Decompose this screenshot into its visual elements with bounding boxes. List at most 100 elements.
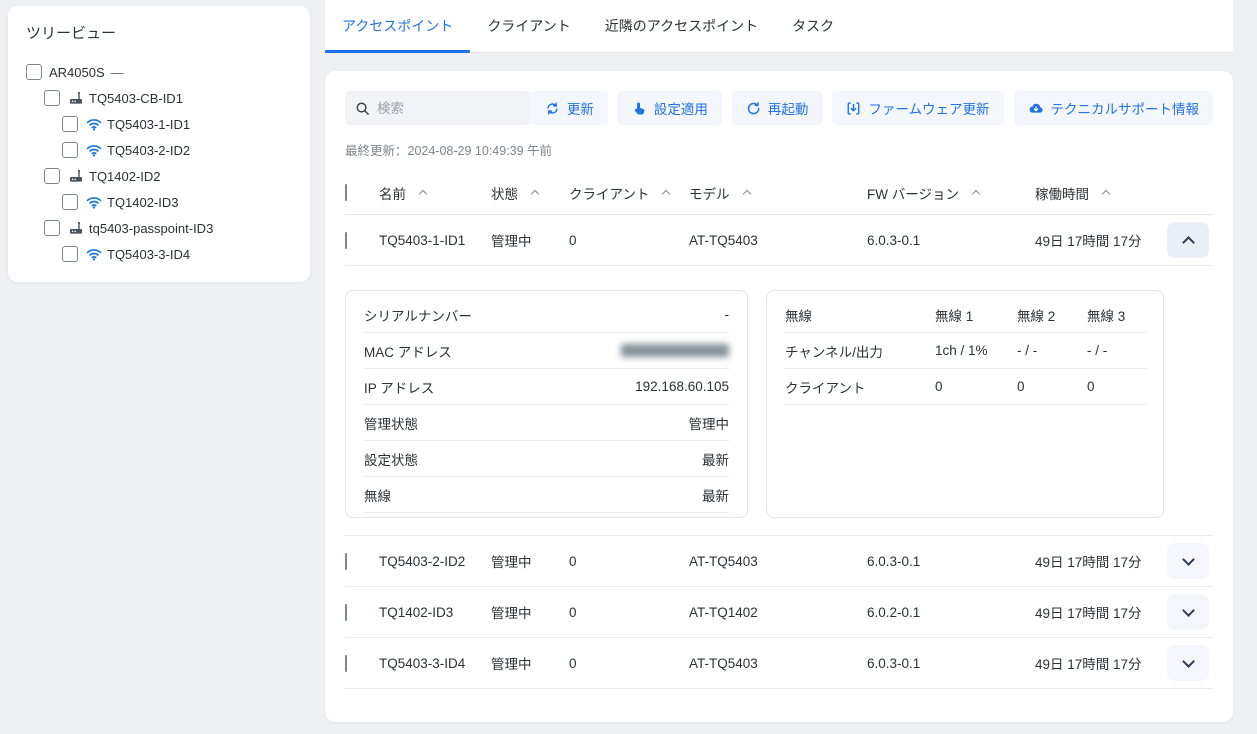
radio-cell: - / - [1017,333,1087,369]
row-checkbox[interactable] [345,232,347,249]
refresh-icon [545,101,560,116]
tab-label: タスク [792,16,834,36]
button-label: 更新 [567,98,594,118]
radio-row-label: クライアント [785,369,935,405]
info-row-ip: IP アドレス192.168.60.105 [364,369,729,405]
cell-fw-version: 6.0.3-0.1 [867,554,1035,569]
tree-view-title: ツリービュー [26,22,310,43]
chevron-up-icon [1182,236,1195,249]
sort-caret-icon[interactable] [419,190,427,198]
main-panel: アクセスポイント クライアント 近隣のアクセスポイント タスク 更新 設定適用 [325,0,1233,722]
tree-item-label: AR4050S [49,65,105,80]
refresh-button[interactable]: 更新 [531,91,608,125]
column-header-clients[interactable]: クライアント [569,183,689,203]
tree-item-tq5403-cb-id1[interactable]: TQ5403-CB-ID1 [26,85,310,111]
info-row-radio-status: 無線最新 [364,477,729,513]
info-row-mgmt-status: 管理状態管理中 [364,405,729,441]
cell-model: AT-TQ5403 [689,656,867,671]
apply-config-icon [632,101,647,116]
tree-item-label: TQ1402-ID3 [107,195,179,210]
row-checkbox[interactable] [345,604,347,621]
firmware-update-icon [846,101,861,116]
cell-clients: 0 [569,233,689,248]
row-checkbox[interactable] [345,553,347,570]
sort-caret-icon[interactable] [742,190,750,198]
cell-status: 管理中 [491,602,569,622]
restart-icon [746,101,761,116]
checkbox[interactable] [44,168,60,184]
column-header-status[interactable]: 状態 [491,183,569,203]
checkbox[interactable] [62,116,78,132]
tree-item-tq5403-1-id1[interactable]: TQ5403-1-ID1 [26,111,310,137]
table-row[interactable]: TQ5403-3-ID4 管理中 0 AT-TQ5403 6.0.3-0.1 4… [345,638,1213,689]
cloud-download-icon [1028,101,1044,116]
tree-view-panel: ツリービュー AR4050S — TQ5403-CB-ID1 TQ5403-1-… [8,6,310,282]
tree-item-tq5403-3-id4[interactable]: TQ5403-3-ID4 [26,241,310,267]
reboot-button[interactable]: 再起動 [732,91,823,125]
cell-status: 管理中 [491,230,569,250]
cell-uptime: 49日 17時間 17分 [1035,230,1167,250]
sort-caret-icon[interactable] [1102,190,1110,198]
tree-item-label: TQ5403-3-ID4 [107,247,190,262]
tree-item-ar4050s[interactable]: AR4050S — [26,59,310,85]
table-row[interactable]: TQ5403-2-ID2 管理中 0 AT-TQ5403 6.0.3-0.1 4… [345,536,1213,587]
checkbox[interactable] [62,142,78,158]
checkbox[interactable] [62,246,78,262]
tree-item-tq1402-id2[interactable]: TQ1402-ID2 [26,163,310,189]
cell-model: AT-TQ5403 [689,233,867,248]
radio-col-header: 無線 [785,297,935,333]
checkbox[interactable] [44,220,60,236]
info-row-mac: MAC アドレス [364,333,729,369]
expand-row-button[interactable] [1167,594,1209,630]
column-header-model[interactable]: モデル [689,183,867,203]
tab-tasks[interactable]: タスク [775,0,851,52]
radio-row-label: チャンネル/出力 [785,333,935,369]
tree-item-suffix: — [111,65,124,80]
tree-item-tq5403-passpoint-id3[interactable]: tq5403-passpoint-ID3 [26,215,310,241]
apply-config-button[interactable]: 設定適用 [618,91,722,125]
radio-cell: 0 [1017,369,1087,405]
search-input[interactable] [377,101,521,116]
checkbox[interactable] [44,90,60,106]
toolbar: 更新 設定適用 再起動 ファームウェア更新 テクニカルサポート情報 [345,91,1213,125]
radio-col-header: 無線 1 [935,297,1017,333]
tab-access-points[interactable]: アクセスポイント [325,0,470,52]
cell-status: 管理中 [491,653,569,673]
chevron-down-icon [1182,604,1195,617]
checkbox[interactable] [26,64,42,80]
tab-clients[interactable]: クライアント [470,0,587,52]
column-header-fw-version[interactable]: FW バージョン [867,183,1035,203]
search-box[interactable] [345,91,531,125]
tab-bar: アクセスポイント クライアント 近隣のアクセスポイント タスク [325,0,1233,53]
sort-caret-icon[interactable] [972,190,980,198]
wifi-icon [85,194,102,210]
info-row-serial: シリアルナンバー- [364,297,729,333]
table-row[interactable]: TQ1402-ID3 管理中 0 AT-TQ1402 6.0.2-0.1 49日… [345,587,1213,638]
expand-row-button[interactable] [1167,543,1209,579]
sort-caret-icon[interactable] [662,190,670,198]
column-header-name[interactable]: 名前 [379,183,491,203]
table-header: 名前 状態 クライアント モデル FW バージョン 稼働時間 [345,171,1213,215]
column-header-uptime[interactable]: 稼働時間 [1035,183,1167,203]
tree-item-tq5403-2-id2[interactable]: TQ5403-2-ID2 [26,137,310,163]
row-checkbox[interactable] [345,655,347,672]
sort-caret-icon[interactable] [531,190,539,198]
table-row[interactable]: TQ5403-1-ID1 管理中 0 AT-TQ5403 6.0.3-0.1 4… [345,215,1213,266]
select-all-checkbox[interactable] [345,184,347,201]
collapse-row-button[interactable] [1167,222,1209,258]
tree-item-tq1402-id3[interactable]: TQ1402-ID3 [26,189,310,215]
cell-name: TQ5403-1-ID1 [379,233,491,248]
router-icon [67,220,84,236]
row-detail-panel: シリアルナンバー- MAC アドレス IP アドレス192.168.60.105… [345,266,1213,536]
tab-neighbor-access-points[interactable]: 近隣のアクセスポイント [588,0,775,52]
router-icon [67,90,84,106]
cell-clients: 0 [569,656,689,671]
expand-row-button[interactable] [1167,645,1209,681]
firmware-update-button[interactable]: ファームウェア更新 [832,91,1003,125]
cell-fw-version: 6.0.3-0.1 [867,656,1035,671]
checkbox[interactable] [62,194,78,210]
tree-item-label: TQ1402-ID2 [89,169,161,184]
mac-address-redacted [621,344,729,357]
cell-uptime: 49日 17時間 17分 [1035,653,1167,673]
tech-support-button[interactable]: テクニカルサポート情報 [1014,91,1214,125]
